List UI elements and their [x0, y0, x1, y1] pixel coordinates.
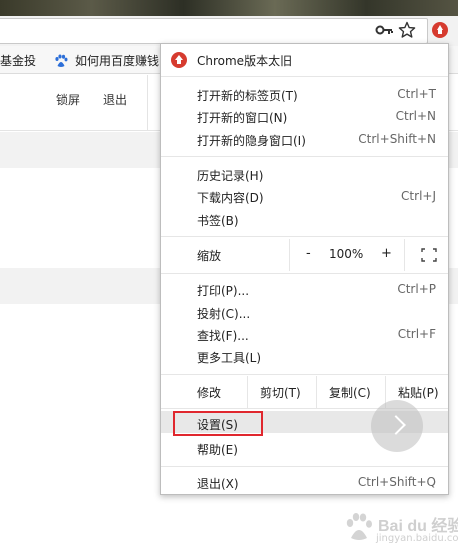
menu-item-new-tab[interactable]: 打开新的标签页(T) Ctrl+T [161, 84, 448, 106]
update-arrow-icon [171, 52, 187, 68]
bookmark-label: 如何用百度赚钱 [75, 54, 160, 68]
menu-item-shortcut: Ctrl+N [395, 109, 436, 123]
zoom-label: 缩放 [197, 249, 222, 263]
menu-item-label: 打印(P)... [197, 284, 250, 298]
zoom-level: 100% [329, 247, 364, 261]
fullscreen-icon[interactable] [421, 248, 437, 262]
menu-item-shortcut: Ctrl+P [397, 282, 436, 296]
menu-item-shortcut: Ctrl+Shift+N [358, 132, 436, 146]
menu-item-label: 历史记录(H) [197, 169, 264, 183]
menu-item-label: 投射(C)... [197, 307, 251, 321]
key-icon[interactable] [375, 23, 393, 37]
menu-item-exit[interactable]: 退出(X) Ctrl+Shift+Q [161, 472, 448, 494]
menu-item-label: 打开新的隐身窗口(I) [197, 134, 306, 148]
zoom-out-button[interactable]: - [306, 246, 311, 261]
bookmark-star-icon[interactable] [398, 21, 416, 39]
paste-label: 粘贴(P) [398, 386, 439, 400]
zoom-controls: - 100% + [289, 239, 405, 271]
logout-link[interactable]: 退出 [103, 91, 127, 108]
menu-item-incognito[interactable]: 打开新的隐身窗口(I) Ctrl+Shift+N [161, 129, 448, 151]
menu-item-shortcut: Ctrl+T [397, 87, 436, 101]
zoom-in-button[interactable]: + [381, 246, 392, 261]
menu-item-shortcut: Ctrl+F [397, 327, 436, 341]
menu-item-new-window[interactable]: 打开新的窗口(N) Ctrl+N [161, 106, 448, 128]
watermark-url: jingyan.baidu.com [376, 533, 458, 544]
baidu-paw-watermark-icon [346, 513, 372, 540]
menu-item-label: 查找(F)... [197, 329, 249, 343]
lock-screen-link[interactable]: 锁屏 [56, 91, 80, 108]
menu-item-history[interactable]: 历史记录(H) [161, 164, 448, 186]
menu-item-label: 打开新的标签页(T) [197, 89, 298, 103]
next-step-arrow-icon[interactable] [371, 400, 423, 452]
bookmark-item[interactable]: 基金投 [0, 52, 36, 69]
menu-item-label: 帮助(E) [197, 443, 238, 457]
baidu-paw-icon [55, 54, 68, 67]
copy-button[interactable]: 复制(C) [316, 376, 385, 408]
menu-item-label: 更多工具(L) [197, 351, 262, 365]
menu-item-label: 退出(X) [197, 477, 239, 491]
menu-item-label: Chrome版本太旧 [197, 54, 293, 68]
menu-item-label: 打开新的窗口(N) [197, 111, 288, 125]
menu-item-cast[interactable]: 投射(C)... [161, 302, 448, 324]
menu-separator [161, 76, 448, 77]
menu-separator [161, 466, 448, 467]
toolbar-divider [147, 75, 148, 131]
menu-item-label: 下载内容(D) [197, 191, 264, 205]
menu-item-update[interactable]: Chrome版本太旧 [161, 49, 448, 71]
background-photo-strip [0, 0, 458, 16]
cut-button[interactable]: 剪切(T) [247, 376, 316, 408]
menu-item-downloads[interactable]: 下载内容(D) Ctrl+J [161, 186, 448, 208]
bookmark-item[interactable]: 如何用百度赚钱 [54, 52, 159, 69]
baidu-jingyan-watermark: Bai du 经验 jingyan.baidu.com [338, 510, 458, 552]
omnibox[interactable] [0, 18, 428, 44]
menu-item-bookmarks[interactable]: 书签(B) [161, 209, 448, 231]
menu-item-print[interactable]: 打印(P)... Ctrl+P [161, 279, 448, 301]
menu-zoom-row: 缩放 - 100% + [161, 239, 448, 271]
annotation-highlight-box [173, 411, 263, 436]
chrome-update-icon[interactable] [432, 22, 448, 38]
address-bar-row [0, 16, 458, 46]
menu-separator [161, 236, 448, 237]
copy-label: 复制(C) [329, 386, 371, 400]
menu-item-shortcut: Ctrl+Shift+Q [357, 475, 436, 489]
cut-label: 剪切(T) [260, 386, 301, 400]
menu-item-more-tools[interactable]: 更多工具(L) [161, 346, 448, 368]
edit-label: 修改 [197, 386, 222, 400]
menu-separator [161, 156, 448, 157]
menu-item-shortcut: Ctrl+J [401, 189, 436, 203]
menu-separator [161, 273, 448, 274]
menu-item-label: 书签(B) [197, 214, 239, 228]
menu-separator [161, 374, 448, 375]
menu-item-find[interactable]: 查找(F)... Ctrl+F [161, 324, 448, 346]
